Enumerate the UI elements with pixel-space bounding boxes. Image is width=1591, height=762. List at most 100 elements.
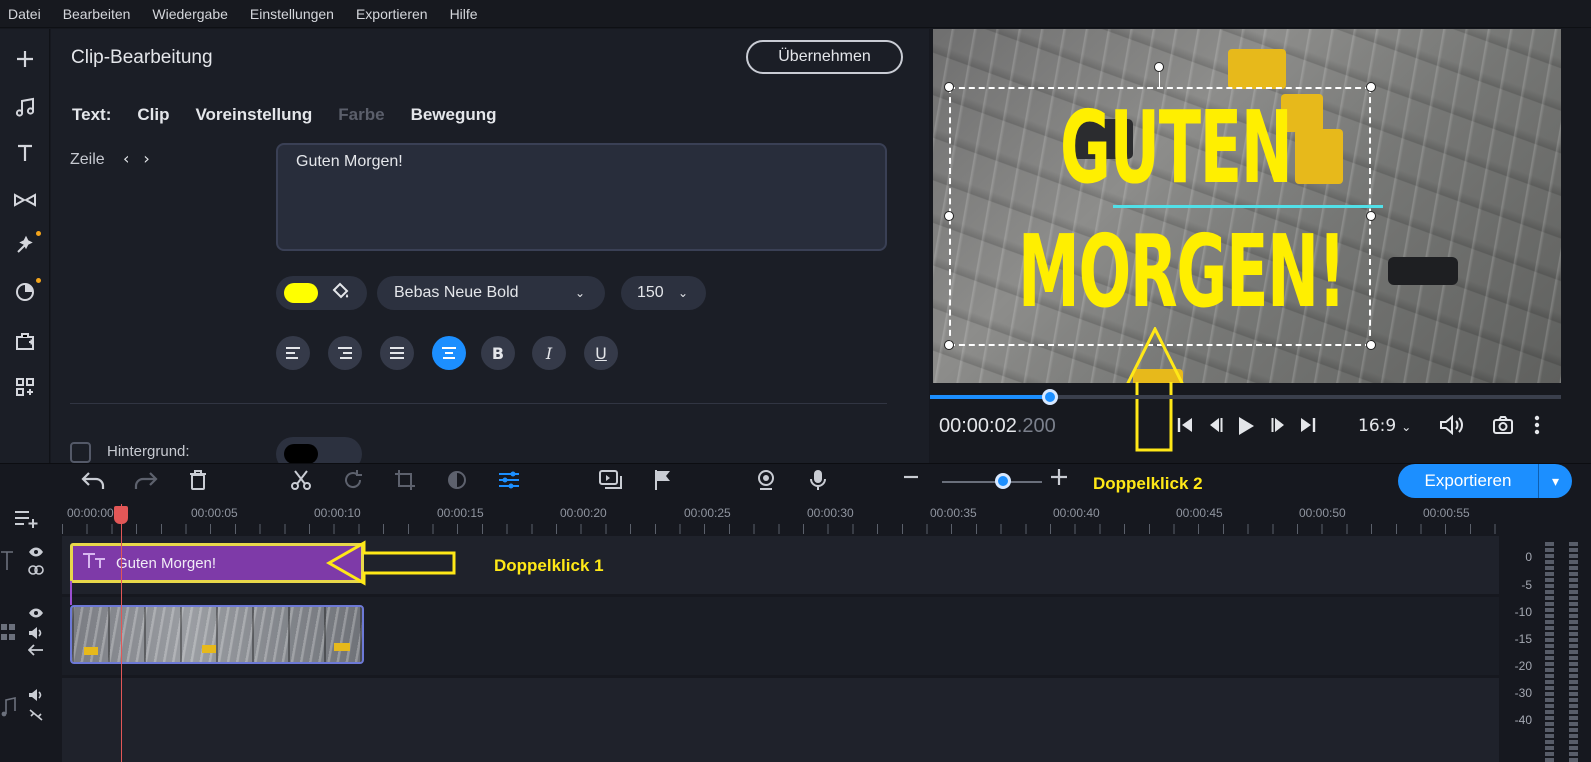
tab-clip[interactable]: Clip xyxy=(137,105,169,125)
meter-label: -30 xyxy=(1514,686,1532,700)
bold-button[interactable]: B xyxy=(481,336,515,370)
resize-handle[interactable] xyxy=(944,340,954,350)
text-clip[interactable]: Guten Morgen! xyxy=(70,543,364,583)
background-color-picker[interactable] xyxy=(276,437,362,463)
meter-bar-left xyxy=(1545,542,1554,762)
aspect-ratio: 16:9 xyxy=(1358,416,1397,436)
justify-button[interactable] xyxy=(380,336,414,370)
playhead[interactable] xyxy=(121,504,122,762)
text-icon[interactable] xyxy=(8,136,42,170)
microphone-icon[interactable] xyxy=(808,469,828,497)
tab-text[interactable]: Text: xyxy=(72,105,111,125)
add-track-icon[interactable] xyxy=(14,509,40,533)
align-left-button[interactable] xyxy=(276,336,310,370)
tab-preset[interactable]: Voreinstellung xyxy=(195,105,312,125)
volume-icon[interactable] xyxy=(28,688,90,706)
scissors-icon[interactable] xyxy=(290,469,312,497)
menu-datei[interactable]: Datei xyxy=(8,6,41,22)
resize-handle[interactable] xyxy=(1366,211,1376,221)
overlay-icon[interactable] xyxy=(598,469,624,497)
video-clip[interactable] xyxy=(70,605,364,664)
font-size-select[interactable]: 150 ⌄ xyxy=(621,276,706,310)
music-icon[interactable] xyxy=(8,90,42,124)
redo-icon[interactable] xyxy=(133,469,159,499)
apply-button[interactable]: Übernehmen xyxy=(746,40,903,74)
align-right-button[interactable] xyxy=(328,336,362,370)
ruler-label: 00:00:20 xyxy=(560,506,607,520)
prev-frame-icon[interactable] xyxy=(1206,415,1224,439)
color-adjust-icon[interactable] xyxy=(446,469,468,497)
delete-icon[interactable] xyxy=(188,469,208,497)
resize-handle[interactable] xyxy=(1366,340,1376,350)
resize-handle[interactable] xyxy=(1366,82,1376,92)
transitions-icon[interactable] xyxy=(8,183,42,217)
zoom-slider-knob[interactable] xyxy=(995,473,1011,489)
zoom-out-icon[interactable] xyxy=(903,467,919,493)
export-button[interactable]: Exportieren ▾ xyxy=(1398,464,1572,498)
menu-bearbeiten[interactable]: Bearbeiten xyxy=(63,6,131,22)
ruler-label: 00:00:35 xyxy=(930,506,977,520)
undo-icon[interactable] xyxy=(80,469,106,499)
progress-knob[interactable] xyxy=(1041,389,1058,405)
chevron-down-icon: ⌄ xyxy=(678,286,689,300)
skip-end-icon[interactable] xyxy=(1299,415,1317,439)
resize-handle[interactable] xyxy=(944,211,954,221)
chevron-down-icon: ⌄ xyxy=(1401,420,1412,434)
tab-motion[interactable]: Bewegung xyxy=(411,105,497,125)
audio-level-meter: 0 -5 -10 -15 -20 -30 -40 xyxy=(1500,542,1591,762)
menu-exportieren[interactable]: Exportieren xyxy=(356,6,428,22)
chevron-down-icon[interactable]: ▾ xyxy=(1538,464,1572,498)
color-picker[interactable] xyxy=(276,276,367,310)
next-frame-icon[interactable] xyxy=(1270,415,1288,439)
ruler-ticks xyxy=(62,524,1499,534)
video-preview[interactable]: GUTEN MORGEN! xyxy=(933,29,1561,383)
clip-properties-icon[interactable] xyxy=(497,469,521,497)
meter-label: -5 xyxy=(1521,578,1532,592)
text-selection-box[interactable] xyxy=(949,87,1371,346)
prev-line-icon[interactable]: ‹ xyxy=(123,149,143,168)
italic-button[interactable]: I xyxy=(532,336,566,370)
more-icon[interactable] xyxy=(8,370,42,404)
line-label: Zeile xyxy=(70,151,105,168)
ruler-label: 00:00:10 xyxy=(314,506,361,520)
clip-thumbnail-taxi xyxy=(84,647,98,655)
ruler-label: 00:00:45 xyxy=(1176,506,1223,520)
aspect-ratio-select[interactable]: 16:9 ⌄ xyxy=(1358,416,1411,436)
menu-hilfe[interactable]: Hilfe xyxy=(450,6,478,22)
snapshot-icon[interactable] xyxy=(1492,415,1514,440)
ruler-label: 00:00:00 xyxy=(67,506,114,520)
menu-wiedergabe[interactable]: Wiedergabe xyxy=(152,6,228,22)
skip-start-icon[interactable] xyxy=(1176,415,1194,439)
color-swatch xyxy=(284,283,318,303)
next-line-icon[interactable]: › xyxy=(143,149,163,168)
zoom-slider-track[interactable] xyxy=(942,481,1042,483)
timecode: 00:00:02.200 xyxy=(939,415,1056,438)
text-input[interactable]: Guten Morgen! xyxy=(276,143,887,251)
playback-progress[interactable] xyxy=(930,389,1561,405)
meter-bar-right xyxy=(1569,542,1578,762)
volume-icon[interactable] xyxy=(1439,414,1465,440)
align-center-button[interactable] xyxy=(432,336,466,370)
clip-thumbnail-taxi xyxy=(334,643,350,651)
ruler-label: 00:00:25 xyxy=(684,506,731,520)
audio-track[interactable] xyxy=(62,678,1499,762)
clip-edit-panel: Clip-Bearbeitung Übernehmen Text: Clip V… xyxy=(51,29,929,463)
toolbox-icon[interactable] xyxy=(8,324,42,358)
marker-flag-icon[interactable] xyxy=(653,469,673,497)
crop-icon[interactable] xyxy=(394,469,416,497)
font-select[interactable]: Bebas Neue Bold ⌄ xyxy=(377,276,605,310)
menu-einstellungen[interactable]: Einstellungen xyxy=(250,6,334,22)
background-checkbox[interactable] xyxy=(70,442,91,463)
underline-button[interactable]: U xyxy=(584,336,618,370)
rotate-icon[interactable] xyxy=(342,469,364,497)
unlink-icon[interactable] xyxy=(28,708,90,726)
resize-handle[interactable] xyxy=(944,82,954,92)
rotate-handle[interactable] xyxy=(1154,62,1164,72)
zoom-in-icon[interactable] xyxy=(1050,467,1068,493)
play-icon[interactable] xyxy=(1236,415,1256,442)
more-options-icon[interactable] xyxy=(1534,415,1540,440)
bold-icon: B xyxy=(491,343,505,363)
webcam-icon[interactable] xyxy=(755,469,777,497)
plus-icon[interactable] xyxy=(8,42,42,76)
time-ruler[interactable]: 00:00:00 00:00:05 00:00:10 00:00:15 00:0… xyxy=(62,504,1499,534)
